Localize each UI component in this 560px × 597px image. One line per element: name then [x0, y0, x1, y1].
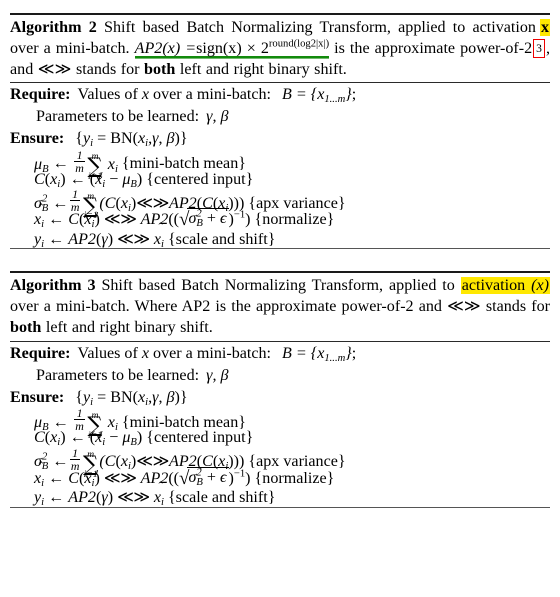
- require-text-3: Values of x over a mini-batch:: [77, 344, 272, 362]
- algorithm-2-tail2: left and right binary shift.: [179, 60, 347, 78]
- algorithm-3-title: Shift based Batch Normalizing Transform,: [101, 277, 384, 295]
- frac-one-over-m-var-3: 1m: [69, 445, 81, 473]
- algorithm-3-mid-rule: [10, 340, 550, 342]
- ensure-body-3: {yi = BN(xi,γ, β)}: [75, 388, 188, 408]
- ap2-sign-text: sign(x) × 2: [196, 39, 269, 57]
- x-hat-symbol-2: ̂x: [153, 230, 161, 248]
- highlight-activation-paren-x: activation (x): [460, 277, 551, 295]
- algorithm-3-over-minibatch: over a mini-batch. Where AP2 is: [10, 298, 227, 316]
- algorithm-2-title: Shift based Batch Normalizing Transform,: [104, 19, 391, 36]
- params-text-3: Parameters to be learned:: [36, 366, 200, 384]
- footnote-marker-3: 3: [536, 41, 542, 55]
- algorithm-3-params-line: Parameters to be learned: γ, β: [10, 365, 550, 386]
- algorithm-2-both-bold: both: [144, 60, 176, 78]
- algorithm-3-both-bold: both: [10, 318, 42, 336]
- algorithm-3-steps: μB ← 1 m m ∑ i=1 xi {mini-batch mean} C(xi) …: [10, 406, 550, 509]
- require-keyword-3: Require:: [10, 344, 71, 362]
- algorithm-separator-gap: [10, 249, 550, 271]
- comment-normalize: {normalize}: [254, 211, 335, 229]
- step-mini-batch-mean-3: μB ← 1 m m ∑ i=1 xi {mini-batch mean}: [34, 406, 246, 441]
- summation-i-1-to-m-3: m ∑ i=1: [87, 409, 103, 441]
- algorithm-2-is-approx: is the approximate power-of-2: [334, 39, 533, 57]
- algorithm-2-top-rule: [10, 13, 550, 15]
- step-mini-batch-mean: μB ← 1 m m ∑ i=1 xi {mini-batch mean}: [34, 147, 246, 183]
- algorithm-2-label: Algorithm 2: [10, 19, 97, 36]
- require-set-3: B = {x1...m};: [282, 344, 357, 364]
- comment-scale-and-shift: {scale and shift}: [167, 230, 276, 248]
- summation-i-1-to-m-var: m ∑ i=1: [82, 190, 99, 222]
- algorithm-3-require-line: Require: Values of x over a mini-batch: B …: [10, 343, 550, 364]
- x-hat-symbol: ̂x: [34, 211, 42, 229]
- algorithm-page: Algorithm 2 Shift based Batch Normalizin…: [0, 0, 560, 597]
- params-text: Parameters to be learned:: [36, 108, 200, 126]
- frac-one-over-m-3: 1m: [74, 406, 85, 434]
- ensure-body: {yi = BN(xi,γ, β)}: [75, 130, 188, 150]
- algorithm-3-line3b: left: [45, 318, 68, 336]
- x-hat-symbol-3: ̂x: [34, 469, 42, 487]
- algorithm-2-steps: μB ← 1 m m ∑ i=1 xi {mini-batch mean} C(xi) …: [10, 147, 550, 250]
- summation-i-1-to-m-var-3: m ∑ i=1: [82, 448, 99, 480]
- algorithm-3-top-rule: [10, 271, 550, 274]
- step-centered-input: C(xi) ← (xi − μB) {centered input}: [34, 170, 254, 190]
- algorithm-2-over-minibatch: over a mini-batch.: [10, 39, 130, 57]
- sqrt-sigma-eps-3: √σ2B + ϵ: [179, 466, 229, 489]
- algorithm-2-caption: Algorithm 2 Shift based Batch Normalizin…: [10, 18, 550, 80]
- algorithm-2-params-line: Parameters to be learned: γ, β: [10, 106, 550, 127]
- x-hat-symbol-4: ̂x: [153, 489, 161, 507]
- comment-scale-and-shift-3: {scale and shift}: [167, 489, 276, 507]
- require-keyword: Require:: [10, 86, 71, 104]
- green-underline-ap2-lhs: AP2(x) =: [134, 39, 197, 59]
- frac-one-over-m-var: 1m: [69, 187, 81, 215]
- algorithm-3-applied-to: applied to: [389, 277, 455, 295]
- sqrt-sigma-eps: √σ2B + ϵ: [179, 208, 229, 231]
- frac-one-over-m: 1m: [74, 147, 85, 176]
- require-set: B = {x1...m};: [282, 86, 357, 106]
- step-centered-input-3: C(xi) ← (xi − μB) {centered input}: [34, 429, 254, 449]
- require-text: Values of x over a mini-batch:: [77, 86, 272, 104]
- algorithm-3-block: Algorithm 3 Shift based Batch Normalizin…: [10, 271, 551, 509]
- algorithm-2-require-line: Require: Values of x over a mini-batch: B …: [10, 84, 550, 105]
- algorithm-2-ensure-line: Ensure: {yi = BN(xi,γ, β)}: [10, 128, 550, 149]
- algorithm-3-ensure-line: Ensure: {yi = BN(xi,γ, β)}: [10, 387, 550, 408]
- algorithm-3-caption: Algorithm 3 Shift based Batch Normalizin…: [10, 276, 551, 338]
- comment-centered-input: {centered input}: [146, 170, 254, 188]
- algorithm-3-line4: and right binary shift.: [71, 318, 213, 336]
- red-box-footnote-marker: 3: [533, 38, 545, 58]
- algorithm-3-line3a: the approximate power-of-2 and ≪≫ stands…: [231, 298, 550, 316]
- algorithm-3-label: Algorithm 3: [10, 277, 96, 295]
- ensure-keyword: Ensure:: [10, 130, 65, 148]
- algorithm-2-mid-rule: [10, 82, 550, 84]
- algorithm-2-block: Algorithm 2 Shift based Batch Normalizin…: [10, 0, 550, 250]
- highlight-activation-x: x: [539, 19, 550, 36]
- algorithm-2-applied-to: applied to activation: [398, 19, 536, 36]
- comment-normalize-3: {normalize}: [254, 469, 335, 487]
- params-symbols-3: γ, β: [206, 366, 229, 384]
- params-symbols: γ, β: [206, 108, 229, 126]
- summation-i-1-to-m: m ∑ i=1: [87, 151, 103, 183]
- green-underline-ap2-rhs: sign(x) × 2round(log2|x|): [196, 38, 330, 59]
- step-apx-variance-3: σ2B ← 1 m m ∑ i=1 (C(xi)≪≫AP2(C(xi))) {apx var…: [34, 445, 346, 480]
- ensure-keyword-3: Ensure:: [10, 388, 65, 406]
- comment-centered-input-3: {centered input}: [146, 429, 254, 447]
- step-scale-and-shift-3: yi ← AP2(γ) ≪≫ ̂xi {scale and shift}: [34, 487, 276, 509]
- ap2-exponent: round(log2|x|): [268, 38, 330, 50]
- step-normalize-3: ̂xi ← C(xi) ≪≫ AP2((√σ2B + ϵ)−1) {normal…: [34, 466, 335, 489]
- step-normalize: ̂xi ← C(xi) ≪≫ AP2((√σ2B + ϵ)−1) {normal…: [34, 208, 335, 231]
- step-apx-variance: σ2B ← 1 m m ∑ i=1 (C(xi)≪≫AP2(C(xi))) {apx var…: [34, 187, 346, 222]
- step-scale-and-shift: yi ← AP2(γ) ≪≫ ̂xi {scale and shift}: [34, 228, 276, 250]
